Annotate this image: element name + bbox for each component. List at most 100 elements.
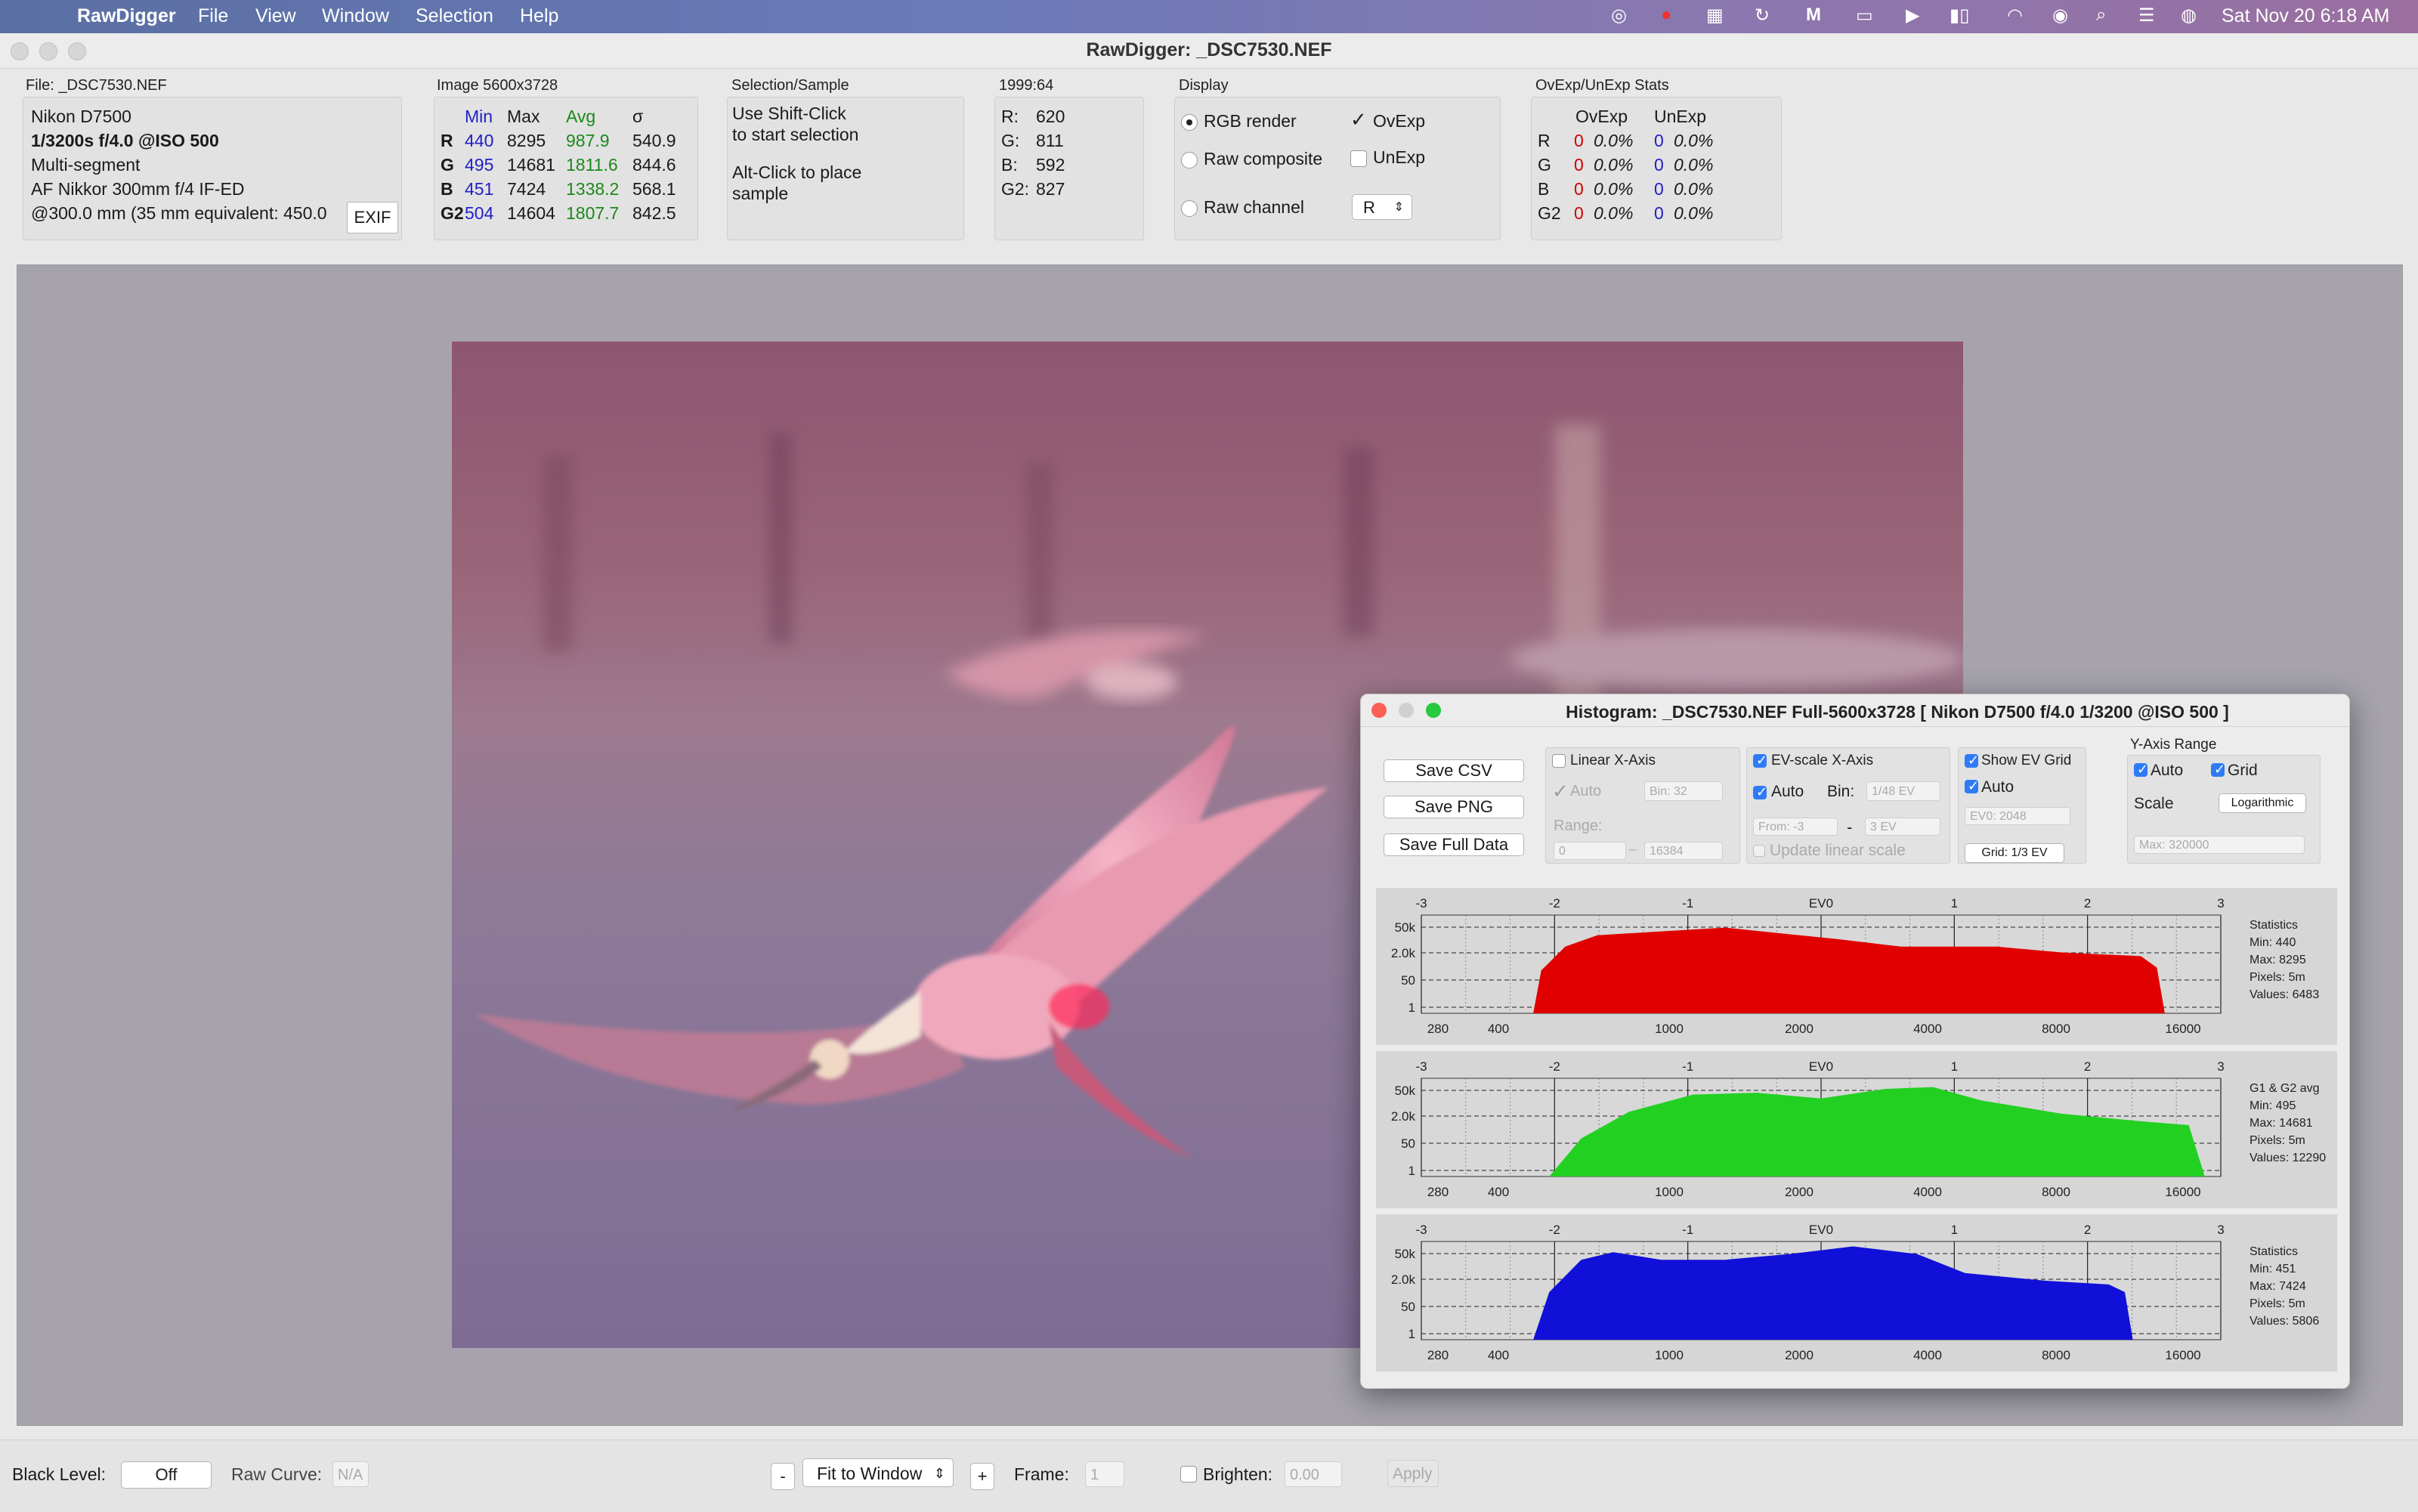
linear-x-axis-label[interactable]: Linear X-Axis xyxy=(1570,753,1656,769)
malwarebytes-icon[interactable]: M xyxy=(1806,5,1821,26)
ovexp-label[interactable]: OvExp xyxy=(1373,111,1425,131)
linear-range-to-field[interactable]: 16384 xyxy=(1644,842,1723,860)
unexp-label[interactable]: UnExp xyxy=(1373,147,1425,168)
raw-composite-label[interactable]: Raw composite xyxy=(1204,149,1322,169)
siri-icon[interactable]: ◍ xyxy=(2181,5,2197,26)
user-icon[interactable]: ◉ xyxy=(2052,5,2068,26)
histogram-minimize-button[interactable] xyxy=(1399,703,1414,718)
menu-selection[interactable]: Selection xyxy=(416,5,493,27)
control-center-icon[interactable]: ☰ xyxy=(2138,5,2155,26)
x-tick-label: 1000 xyxy=(1655,1022,1684,1036)
apply-button[interactable]: Apply xyxy=(1387,1460,1439,1487)
histogram-close-button[interactable] xyxy=(1371,703,1387,718)
histogram-window[interactable]: Histogram: _DSC7530.NEF Full-5600x3728 [… xyxy=(1360,694,2350,1389)
unexp-checkbox[interactable] xyxy=(1350,150,1367,167)
pixel-g2-label: G2: xyxy=(1001,179,1030,199)
header-avg: Avg xyxy=(566,107,596,126)
zoom-in-button[interactable]: + xyxy=(970,1463,994,1490)
rgb-render-label[interactable]: RGB render xyxy=(1204,111,1297,131)
display-icon[interactable]: ▭ xyxy=(1856,5,1873,26)
menu-window[interactable]: Window xyxy=(322,5,389,27)
black-level-label: Black Level: xyxy=(12,1464,107,1484)
ev-grid-auto-checkbox[interactable] xyxy=(1965,778,1979,794)
search-icon[interactable]: ⌕ xyxy=(2096,5,2106,26)
ovexp-header: OvExp xyxy=(1575,107,1628,126)
x-tick-label: 16000 xyxy=(2165,1348,2200,1362)
menu-app-name[interactable]: RawDigger xyxy=(77,5,176,27)
linear-range-from-field[interactable]: 0 xyxy=(1554,842,1626,860)
update-linear-scale-checkbox[interactable] xyxy=(1753,845,1765,857)
ev-auto-label[interactable]: Auto xyxy=(1771,783,1804,801)
show-ev-grid-label[interactable]: Show EV Grid xyxy=(1981,753,2071,769)
exif-button[interactable]: EXIF xyxy=(347,202,398,233)
ev-tick-label: -1 xyxy=(1682,1059,1693,1074)
brighten-field[interactable]: 0.00 xyxy=(1285,1461,1342,1487)
save-full-data-button[interactable]: Save Full Data xyxy=(1384,833,1524,856)
zoom-out-button[interactable]: - xyxy=(771,1463,795,1490)
save-png-button[interactable]: Save PNG xyxy=(1384,796,1524,818)
creative-cloud-icon[interactable]: ◎ xyxy=(1611,5,1627,26)
blue-stats-values: Values: 5806 xyxy=(2249,1315,2320,1328)
grid-step-select[interactable]: Grid: 1/3 EV xyxy=(1965,843,2064,863)
linear-bin-field[interactable]: Bin: 32 xyxy=(1644,781,1723,801)
range-dash: – xyxy=(1629,842,1637,856)
ovexp-checkbox[interactable] xyxy=(1350,108,1367,131)
pixel-r-label: R: xyxy=(1001,107,1019,126)
wifi-icon[interactable]: ◠ xyxy=(2007,5,2023,26)
brighten-checkbox[interactable] xyxy=(1180,1466,1197,1483)
y-scale-select[interactable]: Logarithmic xyxy=(2219,793,2306,813)
ev-auto-checkbox[interactable] xyxy=(1753,784,1767,800)
ev-bin-field[interactable]: 1/48 EV xyxy=(1866,781,1940,801)
battery-icon[interactable]: ▮▯ xyxy=(1950,5,1969,26)
raw-channel-radio[interactable] xyxy=(1181,200,1198,217)
menu-view[interactable]: View xyxy=(255,5,296,27)
black-level-button[interactable]: Off xyxy=(121,1461,212,1489)
linear-auto-label: Auto xyxy=(1570,783,1602,799)
select-arrows-icon: ⇕ xyxy=(1393,201,1404,214)
red-stats-min: Min: 440 xyxy=(2249,936,2296,949)
raw-channel-label[interactable]: Raw channel xyxy=(1204,197,1304,218)
ev-scale-label[interactable]: EV-scale X-Axis xyxy=(1771,753,1873,769)
ev-tick-label: 3 xyxy=(2217,896,2224,911)
ev-tick-label: EV0 xyxy=(1809,1059,1833,1074)
ev-grid-auto-label[interactable]: Auto xyxy=(1981,778,2014,796)
ev-tick-label: 1 xyxy=(1951,1059,1958,1074)
ev-scale-checkbox[interactable] xyxy=(1753,753,1767,768)
red-stats-values: Values: 6483 xyxy=(2249,988,2320,1001)
raw-curve-field[interactable]: N/A xyxy=(332,1461,369,1487)
play-icon[interactable]: ▶ xyxy=(1906,5,1919,26)
save-csv-button[interactable]: Save CSV xyxy=(1384,759,1524,782)
show-ev-grid-checkbox[interactable] xyxy=(1965,753,1979,768)
y-axis-range-group: Auto Grid Scale Logarithmic Max: 320000 xyxy=(2127,755,2321,864)
y-auto-label[interactable]: Auto xyxy=(2151,762,2183,780)
linear-auto-checkbox[interactable] xyxy=(1552,780,1569,803)
histogram-zoom-button[interactable] xyxy=(1426,703,1441,718)
ev0-field[interactable]: EV0: 2048 xyxy=(1965,807,2070,825)
film-icon[interactable]: ▦ xyxy=(1706,5,1724,26)
menu-clock[interactable]: Sat Nov 20 6:18 AM xyxy=(2222,5,2389,27)
y-grid-checkbox[interactable] xyxy=(2211,762,2225,778)
x-tick-label: 4000 xyxy=(1913,1348,1942,1362)
ev-tick-label: 2 xyxy=(2084,1223,2091,1237)
y-auto-checkbox[interactable] xyxy=(2134,762,2148,778)
y-max-field[interactable]: Max: 320000 xyxy=(2134,836,2305,854)
x-tick-label: 8000 xyxy=(2042,1348,2070,1362)
record-icon[interactable]: ● xyxy=(1661,5,1672,26)
green-stats-title: G1 & G2 avg xyxy=(2249,1082,2320,1095)
x-tick-label: 280 xyxy=(1427,1185,1449,1199)
sync-icon[interactable]: ↻ xyxy=(1755,5,1770,26)
frame-stepper[interactable]: 1 xyxy=(1085,1461,1124,1487)
ev-to-field[interactable]: 3 EV xyxy=(1865,818,1940,836)
linear-x-axis-checkbox[interactable] xyxy=(1552,754,1566,768)
zoom-select[interactable]: Fit to Window ⇕ xyxy=(802,1458,954,1487)
y-tick-label: 2.0k xyxy=(1391,946,1416,960)
rgb-render-radio[interactable] xyxy=(1181,114,1198,131)
menu-file[interactable]: File xyxy=(198,5,228,27)
ev-tick-label: -3 xyxy=(1415,1059,1427,1074)
menu-help[interactable]: Help xyxy=(520,5,558,27)
raw-composite-radio[interactable] xyxy=(1181,152,1198,169)
y-grid-label[interactable]: Grid xyxy=(2228,762,2258,780)
brighten-label[interactable]: Brighten: xyxy=(1203,1464,1272,1485)
ev-from-field[interactable]: From: -3 xyxy=(1753,818,1838,836)
raw-channel-select[interactable]: R ⇕ xyxy=(1352,194,1412,220)
